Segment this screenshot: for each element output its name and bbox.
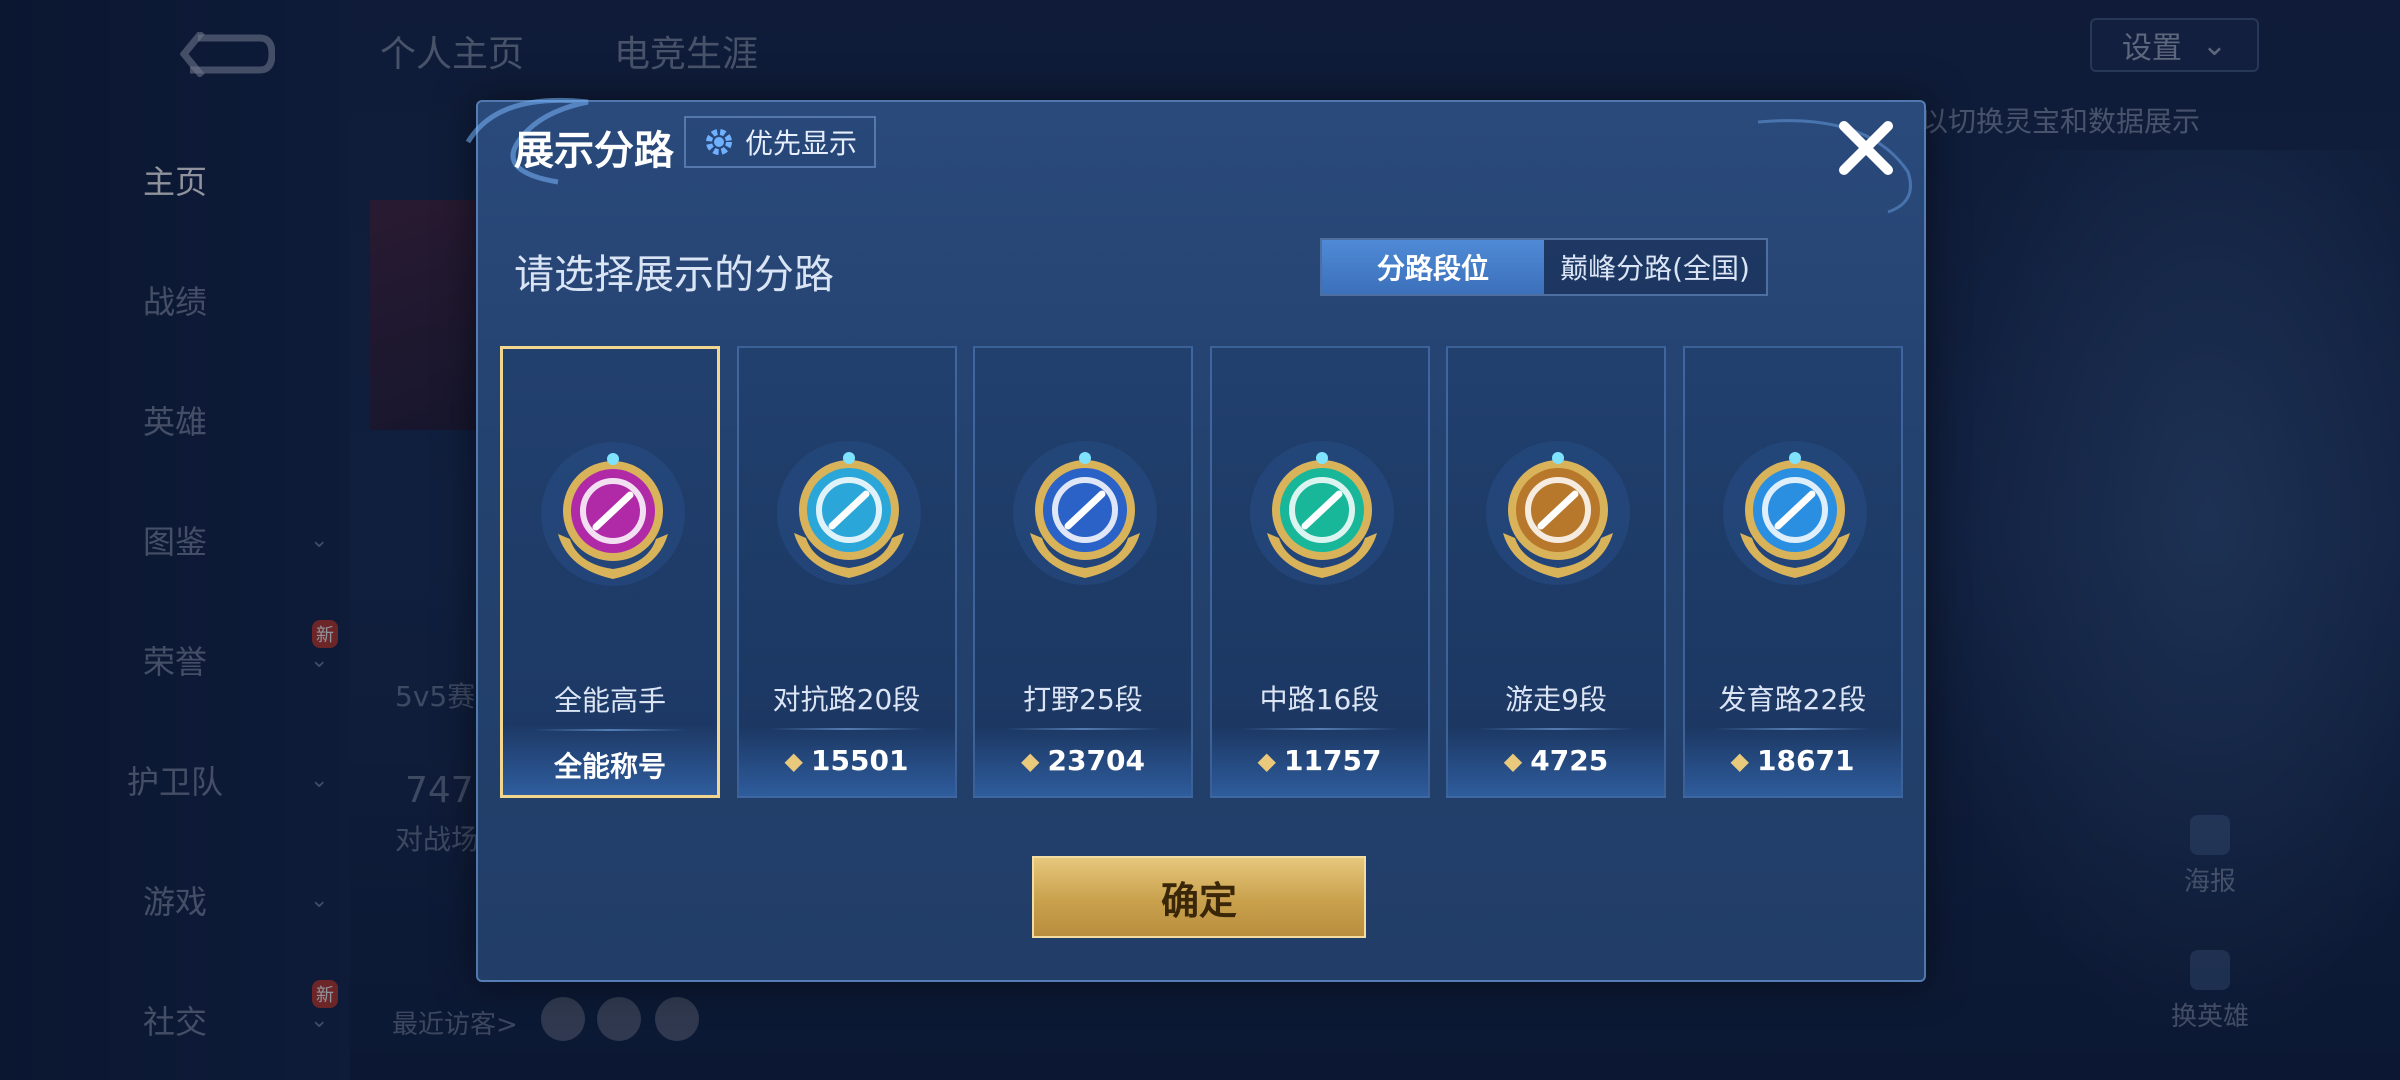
target-icon: [1722, 441, 1867, 585]
divider: [533, 729, 687, 731]
divider: [768, 728, 925, 730]
score-value: 全能称号: [553, 750, 666, 783]
lane-card[interactable]: 全能高手 全能称号: [500, 346, 720, 798]
dialog-title: 展示分路: [514, 128, 674, 174]
priority-label: 优先显示: [744, 127, 857, 160]
divider: [1478, 728, 1634, 730]
score-value: 23704: [1047, 744, 1145, 777]
lane-name: 中路16段: [1259, 683, 1380, 716]
rank-points-icon: ◆: [1503, 746, 1523, 775]
lane-score: ◆ 23704: [975, 744, 1191, 777]
tab-lane-rank[interactable]: 分路段位: [1322, 240, 1544, 294]
tab-peak-lane[interactable]: 巅峰分路(全国): [1544, 240, 1766, 294]
lane-name: 对抗路20段: [772, 683, 921, 716]
allround-icon: [541, 442, 685, 586]
lane-score: 全能称号: [503, 745, 717, 785]
priority-display-button[interactable]: 优先显示: [684, 116, 876, 168]
lane-card[interactable]: 发育路22段 ◆ 18671: [1682, 346, 1903, 798]
wings-icon: [1486, 441, 1630, 585]
mid-lane-icon: [1249, 441, 1394, 585]
lane-card[interactable]: 对抗路20段 ◆ 15501: [736, 346, 957, 798]
lane-name: 游走9段: [1505, 683, 1607, 716]
rank-points-icon: ◆: [1730, 746, 1750, 775]
score-value: 4725: [1530, 744, 1609, 777]
score-value: 11757: [1284, 744, 1382, 777]
lane-display-dialog: 展示分路 优先显示 请选择展示的分路 分路段位 巅峰分路(全国) 全能高手全能称…: [465, 97, 1926, 982]
lane-card[interactable]: 游走9段 ◆ 4725: [1446, 346, 1666, 798]
rank-points-icon: ◆: [784, 746, 804, 775]
lane-cards: 全能高手 全能称号 对抗路20段 ◆ 15501 打野25段 ◆ 23704 中路16段 ◆ 117…: [500, 346, 1903, 798]
lane-score: ◆ 15501: [739, 744, 955, 777]
rank-points-icon: ◆: [1257, 746, 1277, 775]
score-value: 18671: [1757, 744, 1855, 777]
lane-card[interactable]: 打野25段 ◆ 23704: [973, 346, 1193, 798]
lane-score: ◆ 11757: [1212, 744, 1428, 777]
lane-name: 发育路22段: [1718, 683, 1867, 716]
lane-card[interactable]: 中路16段 ◆ 11757: [1209, 346, 1430, 798]
lane-name: 打野25段: [1023, 683, 1143, 716]
score-value: 15501: [811, 744, 909, 777]
lane-tabs: 分路段位 巅峰分路(全国): [1320, 238, 1768, 296]
lane-name: 全能高手: [553, 684, 666, 717]
divider: [1714, 728, 1871, 730]
divider: [1241, 728, 1398, 730]
lane-score: ◆ 4725: [1448, 744, 1664, 777]
gear-icon: [705, 129, 732, 155]
confirm-button[interactable]: 确定: [1032, 856, 1366, 938]
rank-points-icon: ◆: [1021, 746, 1040, 775]
divider: [1005, 728, 1161, 730]
dialog-subtitle: 请选择展示的分路: [514, 252, 834, 298]
dragon-icon: [1013, 441, 1157, 585]
lane-score: ◆ 18671: [1685, 744, 1901, 777]
close-icon[interactable]: [1830, 112, 1902, 184]
sword-shield-icon: [776, 441, 921, 585]
